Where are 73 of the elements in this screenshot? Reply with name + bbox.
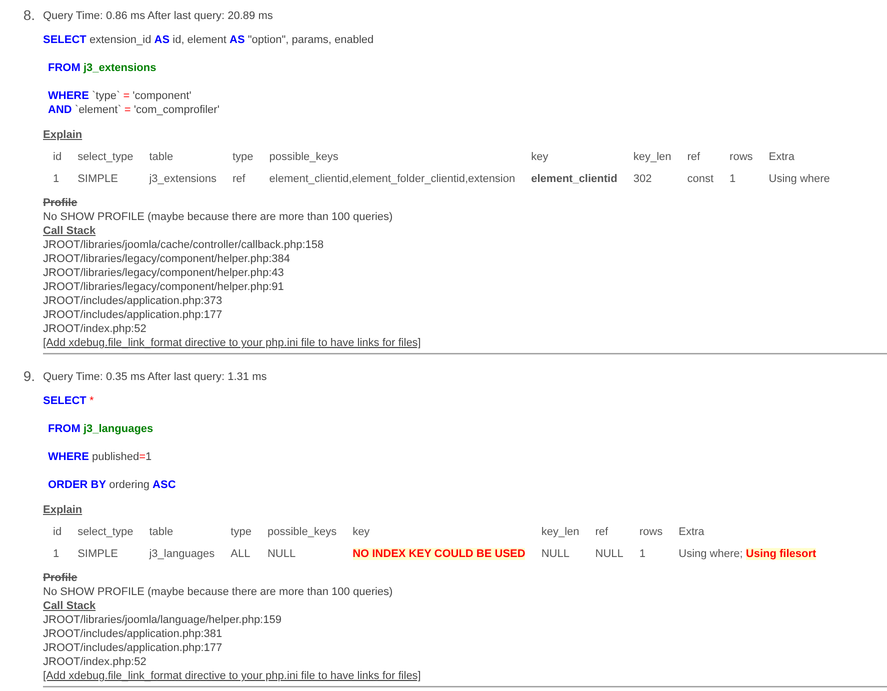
stack-frame: JROOT/libraries/legacy/component/helper.php:91 — [43, 280, 887, 294]
stack-frame: JROOT/libraries/legacy/component/helper.php:43 — [43, 266, 887, 280]
xdebug-link[interactable]: [Add xdebug.file_link_format directive to your php.ini file to have links for files] — [43, 336, 421, 350]
table-cell-text: j3_extensions — [148, 172, 218, 187]
stack-frame: JROOT/libraries/joomla/cache/controller/callback.php:158 — [43, 238, 887, 252]
sql-line: ORDER BY ordering ASC — [48, 478, 177, 492]
explain-heading: Explain — [43, 128, 82, 142]
table-cell-text: ALL — [230, 547, 252, 562]
column-header: possible_keys — [268, 150, 340, 165]
table-cell-text: const — [686, 172, 715, 187]
sql-line: FROM j3_extensions — [48, 61, 158, 75]
table-cell-text: element_clientid — [530, 172, 618, 187]
column-header: type — [232, 150, 254, 165]
table-cell-text: NO INDEX KEY COULD BE USED — [352, 547, 526, 562]
table-cell-text: SIMPLE — [76, 172, 119, 187]
table-cell-text: Using where — [768, 172, 831, 187]
profile-message: No SHOW PROFILE (maybe because there are more than 100 queries) — [43, 585, 394, 599]
table-cell-text: element_clientid,element_folder_clientid,extension — [268, 172, 516, 187]
query-timing: Query Time: 0.35 ms After last query: 1.31 ms — [43, 370, 268, 385]
stack-frame: JROOT/includes/application.php:373 — [43, 294, 887, 308]
table-cell-text: SIMPLE — [76, 547, 119, 562]
column-header: rows — [728, 150, 754, 165]
column-header: key_len — [632, 150, 672, 165]
table-cell-text: j3_languages — [148, 547, 216, 562]
table-cell-text: 1 — [52, 547, 60, 562]
profile-heading: Profile — [43, 571, 78, 585]
call-stack-heading: Call Stack — [43, 224, 96, 238]
column-header: ref — [686, 150, 702, 165]
stack-frame: JROOT/includes/application.php:381 — [43, 627, 887, 641]
column-header: key — [352, 525, 371, 540]
column-header: id — [52, 525, 63, 540]
table-cell-text: 1 — [638, 547, 647, 562]
table-cell-text: NULL — [594, 547, 624, 562]
query-number: 8. — [23, 7, 35, 25]
column-header: table — [148, 150, 174, 165]
query-timing: Query Time: 0.86 ms After last query: 20.89 ms — [43, 9, 274, 24]
column-header: table — [148, 525, 174, 540]
column-header: id — [52, 150, 63, 165]
sql-line: SELECT * — [43, 394, 95, 408]
column-header: select_type — [76, 525, 134, 540]
table-cell-text: 302 — [632, 172, 653, 187]
table-cell-text: NULL — [266, 547, 297, 562]
column-header: key_len — [540, 525, 580, 540]
table-cell-text: NULL — [540, 547, 570, 562]
table-cell-text: 1 — [728, 172, 737, 187]
profile-message: No SHOW PROFILE (maybe because there are more than 100 queries) — [43, 210, 394, 224]
stack-frame: JROOT/index.php:52 — [43, 322, 887, 336]
xdebug-link[interactable]: [Add xdebug.file_link_format directive to your php.ini file to have links for files] — [43, 669, 421, 683]
column-header: possible_keys — [266, 525, 338, 540]
column-header: key — [530, 150, 550, 165]
stack-frame: JROOT/index.php:52 — [43, 655, 887, 669]
call-stack-heading: Call Stack — [43, 599, 96, 613]
table-cell-text: Using where; Using filesort — [678, 547, 818, 562]
column-header: rows — [638, 525, 664, 540]
stack-frame: JROOT/libraries/joomla/language/helper.php:159 — [43, 613, 887, 627]
column-header: select_type — [76, 150, 134, 165]
sql-line: AND `element` = 'com_comprofiler' — [48, 103, 220, 117]
query-number: 9. — [23, 368, 35, 386]
table-cell-text: ref — [232, 172, 246, 187]
stack-frame: JROOT/includes/application.php:177 — [43, 308, 887, 322]
column-header: type — [230, 525, 252, 540]
column-header: Extra — [768, 150, 796, 165]
table-cell-text: 1 — [52, 172, 60, 187]
sql-line: WHERE published=1 — [48, 450, 153, 464]
explain-heading: Explain — [43, 503, 82, 517]
sql-line: FROM j3_languages — [48, 422, 154, 436]
column-header: Extra — [678, 525, 706, 540]
stack-frame: JROOT/includes/application.php:177 — [43, 641, 887, 655]
profile-heading: Profile — [43, 196, 78, 210]
column-header: ref — [594, 525, 610, 540]
stack-frame: JROOT/libraries/legacy/component/helper.php:384 — [43, 252, 887, 266]
sql-line: WHERE `type` = 'component' — [48, 89, 192, 103]
sql-line: SELECT extension_id AS id, element AS "option", params, enabled — [43, 33, 375, 47]
